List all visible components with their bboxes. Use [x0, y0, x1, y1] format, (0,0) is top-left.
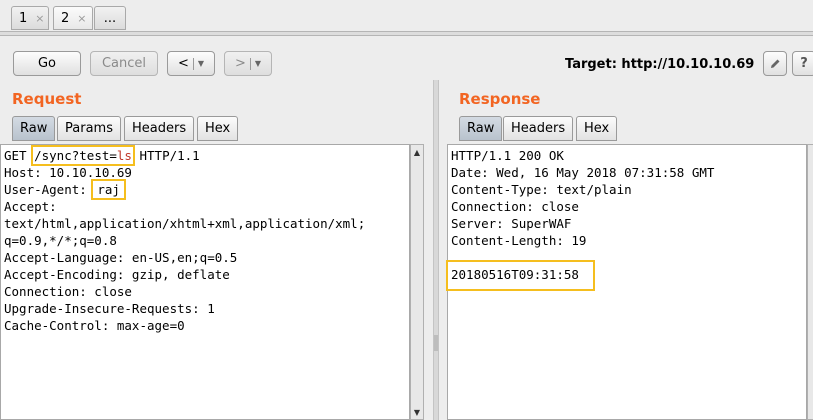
- cancel-button[interactable]: Cancel: [90, 51, 158, 76]
- pane-splitter[interactable]: [433, 80, 439, 420]
- response-body-highlight: [446, 260, 595, 291]
- request-tab-raw[interactable]: Raw: [12, 116, 56, 141]
- header-line: q=0.9,*/*;q=0.8: [4, 233, 117, 248]
- help-icon: ?: [800, 56, 808, 71]
- back-arrow-icon: <: [177, 56, 189, 71]
- scroll-up-icon[interactable]: ▲: [411, 146, 423, 158]
- request-raw-text: GET /sync?test=ls HTTP/1.1 Host: 10.10.10…: [1, 145, 409, 336]
- back-button[interactable]: < ▼: [167, 51, 215, 76]
- close-icon[interactable]: ×: [77, 12, 86, 25]
- chevron-down-icon: ▼: [197, 59, 205, 68]
- request-tab-hex[interactable]: Hex: [197, 116, 239, 141]
- header-line: Accept-Language: en-US,en;q=0.5: [4, 250, 238, 265]
- header-line: Connection: close: [451, 199, 579, 214]
- edit-target-button[interactable]: [763, 51, 787, 76]
- header-line: Accept-Encoding: gzip, deflate: [4, 267, 230, 282]
- header-line: Content-Type: text/plain: [451, 182, 632, 197]
- forward-button[interactable]: > ▼: [224, 51, 272, 76]
- new-tab-label: ...: [103, 10, 117, 26]
- header-line: Cache-Control: max-age=0: [4, 318, 185, 333]
- tab-1[interactable]: 1 ×: [11, 6, 49, 30]
- response-scrollbar[interactable]: [807, 144, 813, 420]
- header-line: User-Agent: raj: [4, 179, 406, 200]
- request-title: Request: [12, 90, 82, 108]
- close-icon[interactable]: ×: [35, 12, 44, 25]
- header-line: Accept:: [4, 199, 57, 214]
- repeater-tab-strip: 1 × 2 × ...: [0, 0, 813, 36]
- header-line: Date: Wed, 16 May 2018 07:31:58 GMT: [451, 165, 715, 180]
- request-path-highlight: /sync?test=ls: [31, 145, 135, 166]
- request-line: GET /sync?test=ls HTTP/1.1: [4, 145, 406, 166]
- param-value: ls: [116, 148, 132, 163]
- request-scrollbar[interactable]: ▲ ▼: [410, 144, 424, 420]
- response-tab-headers[interactable]: Headers: [503, 116, 574, 141]
- tab-1-label: 1: [19, 10, 28, 26]
- button-separator: [192, 57, 194, 70]
- header-line: Server: SuperWAF: [451, 216, 572, 231]
- pencil-icon: [771, 59, 780, 68]
- target-label: Target: http://10.10.10.69: [565, 57, 755, 72]
- header-line: Upgrade-Insecure-Requests: 1: [4, 301, 215, 316]
- forward-arrow-icon: >: [234, 56, 246, 71]
- help-button[interactable]: ?: [792, 51, 813, 76]
- tab-2-label: 2: [61, 10, 70, 26]
- splitter-grip[interactable]: [434, 335, 438, 351]
- header-line: Connection: close: [4, 284, 132, 299]
- chevron-down-icon: ▼: [254, 59, 262, 68]
- go-button-label: Go: [37, 56, 57, 71]
- request-tab-params[interactable]: Params: [57, 116, 121, 141]
- tab-2[interactable]: 2 ×: [53, 6, 93, 30]
- tab-strip-border: [0, 31, 813, 36]
- header-line: text/html,application/xhtml+xml,applicat…: [4, 216, 366, 231]
- cancel-button-label: Cancel: [101, 56, 147, 71]
- header-line: Content-Length: 19: [451, 233, 587, 248]
- scroll-down-icon[interactable]: ▼: [411, 406, 423, 418]
- header-line: HTTP/1.1 200 OK: [451, 148, 564, 163]
- user-agent-value: raj: [91, 179, 126, 200]
- response-tab-hex[interactable]: Hex: [576, 116, 618, 141]
- header-line: Host: 10.10.10.69: [4, 165, 132, 180]
- request-editor[interactable]: GET /sync?test=ls HTTP/1.1 Host: 10.10.10…: [0, 144, 410, 420]
- http-method: GET: [4, 148, 35, 163]
- request-path: /sync?test=: [34, 148, 117, 163]
- response-title: Response: [459, 90, 541, 108]
- button-separator: [249, 57, 251, 70]
- response-tab-raw[interactable]: Raw: [459, 116, 503, 141]
- go-button[interactable]: Go: [13, 51, 81, 76]
- http-protocol: HTTP/1.1: [131, 148, 200, 163]
- user-agent-label: User-Agent:: [4, 182, 95, 197]
- new-tab-button[interactable]: ...: [94, 6, 126, 30]
- request-tab-headers[interactable]: Headers: [124, 116, 195, 141]
